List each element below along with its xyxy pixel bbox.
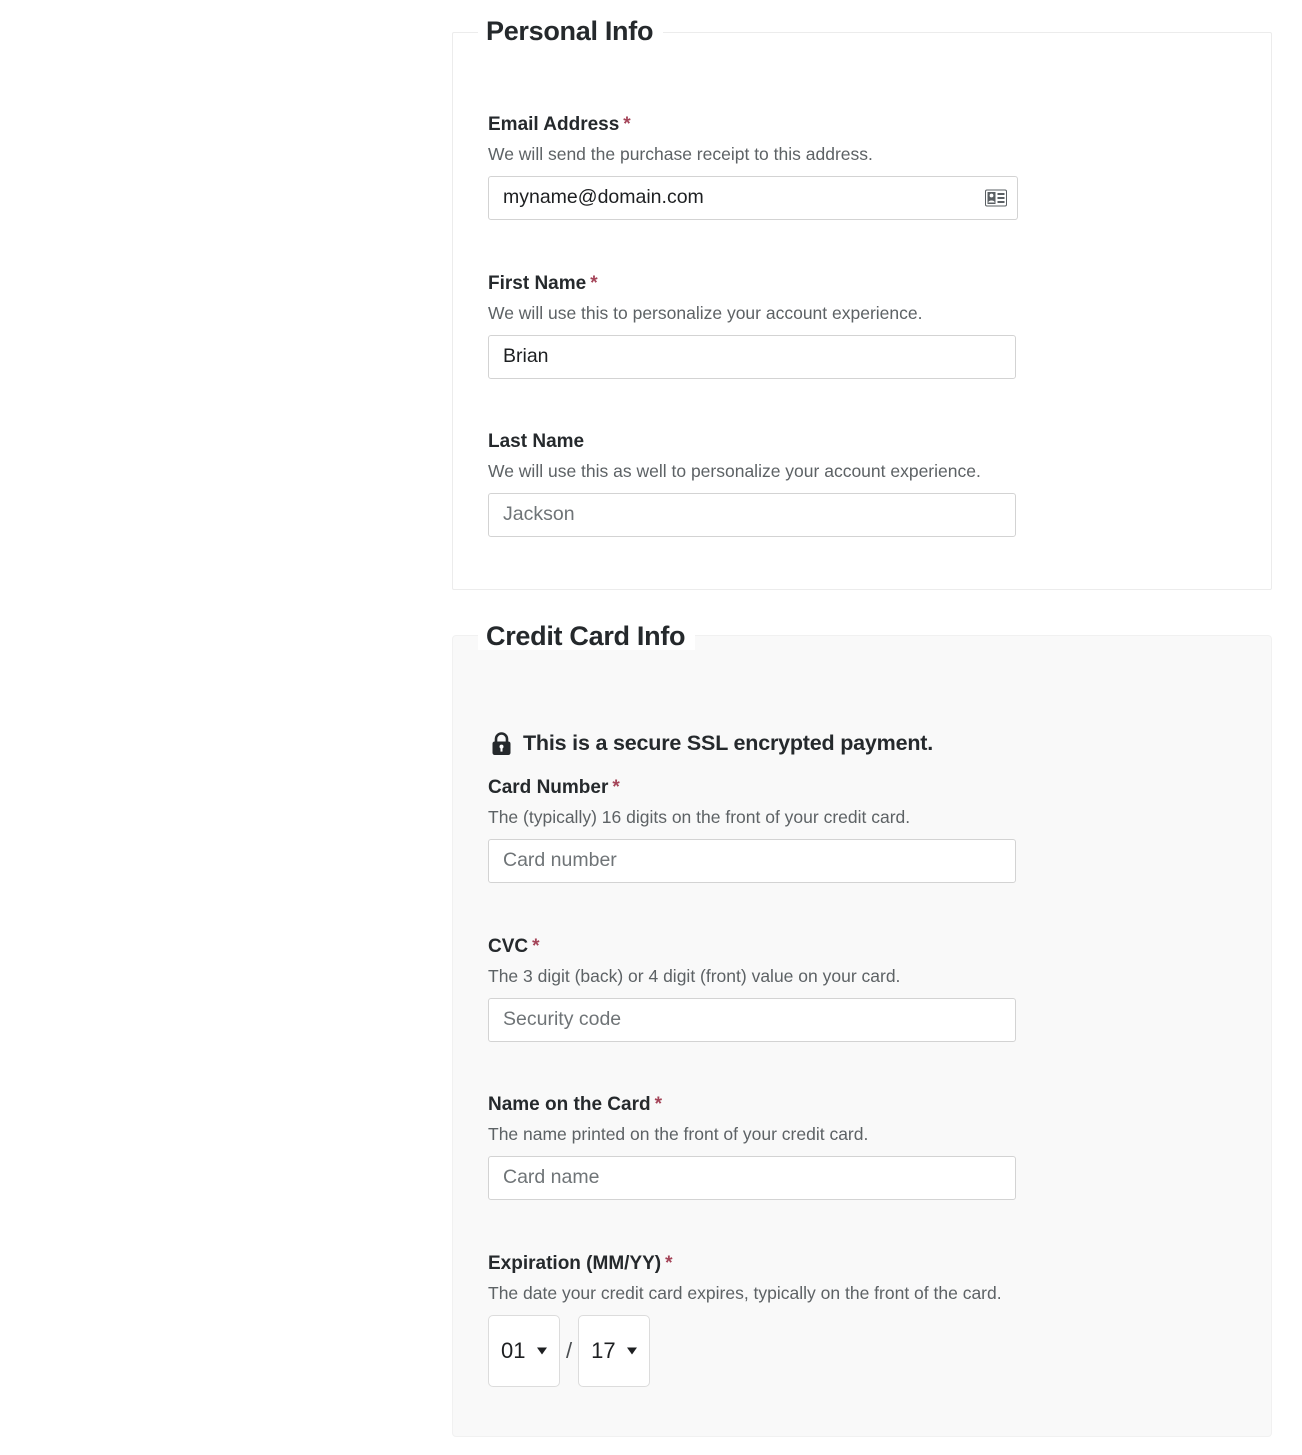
expiration-label: Expiration (MM/YY) * bbox=[488, 1253, 1002, 1275]
ssl-secure-notice: This is a secure SSL encrypted payment. bbox=[491, 731, 933, 756]
field-expiration: Expiration (MM/YY) * The date your credit… bbox=[488, 1253, 1002, 1387]
expiration-year-select[interactable]: 17 bbox=[578, 1314, 651, 1387]
first-name-label: First Name * bbox=[488, 273, 1016, 295]
expiration-month-value: 01 bbox=[501, 1337, 526, 1363]
first-name-help-text: We will use this to personalize your acc… bbox=[488, 302, 923, 323]
first-name-input-wrap bbox=[488, 334, 1016, 379]
card-number-help-text: The (typically) 16 digits on the front o… bbox=[488, 806, 911, 827]
last-name-input-wrap bbox=[488, 492, 1016, 537]
chevron-down-icon bbox=[627, 1347, 638, 1355]
contact-card-autofill-icon[interactable] bbox=[985, 189, 1007, 207]
cvc-required-asterisk: * bbox=[532, 936, 540, 957]
ssl-notice-text: This is a secure SSL encrypted payment. bbox=[523, 731, 934, 755]
card-number-input[interactable] bbox=[488, 838, 1016, 883]
name-on-card-required-asterisk: * bbox=[654, 1094, 662, 1115]
field-email-address: Email Address * We will send the purchase… bbox=[488, 114, 1018, 220]
expiration-separator: / bbox=[566, 1337, 573, 1363]
cvc-label: CVC * bbox=[488, 936, 1016, 958]
checkout-form-page: Personal Info Email Address * We will sen… bbox=[0, 0, 1302, 1455]
email-address-required-asterisk: * bbox=[623, 114, 631, 135]
cvc-help-text: The 3 digit (back) or 4 digit (front) va… bbox=[488, 965, 901, 986]
last-name-input[interactable] bbox=[488, 492, 1016, 537]
cvc-input[interactable] bbox=[488, 997, 1016, 1042]
field-name-on-card: Name on the Card * The name printed on th… bbox=[488, 1094, 1016, 1200]
expiration-label-text: Expiration (MM/YY) bbox=[488, 1253, 662, 1274]
field-cvc: CVC * The 3 digit (back) or 4 digit (fron… bbox=[488, 936, 1016, 1042]
name-on-card-input-wrap bbox=[488, 1155, 1016, 1200]
last-name-label: Last Name bbox=[488, 431, 1016, 453]
card-number-required-asterisk: * bbox=[612, 777, 620, 798]
first-name-label-text: First Name bbox=[488, 273, 587, 294]
chevron-down-icon bbox=[537, 1347, 547, 1355]
email-address-label: Email Address * bbox=[488, 114, 1018, 136]
expiration-help-text: The date your credit card expires, typic… bbox=[488, 1282, 1002, 1303]
card-number-input-wrap bbox=[488, 838, 1016, 883]
field-last-name: Last Name We will use this as well to pe… bbox=[488, 431, 1016, 537]
email-address-help-text: We will send the purchase receipt to thi… bbox=[488, 143, 873, 164]
personal-info-legend: Personal Info bbox=[478, 18, 664, 45]
email-address-input-wrap bbox=[488, 175, 1018, 220]
credit-card-info-legend: Credit Card Info bbox=[478, 623, 696, 650]
expiration-year-value: 17 bbox=[591, 1337, 616, 1363]
card-number-label-text: Card Number bbox=[488, 777, 609, 798]
first-name-required-asterisk: * bbox=[590, 273, 598, 294]
card-number-label: Card Number * bbox=[488, 777, 1016, 799]
email-address-label-text: Email Address bbox=[488, 114, 620, 135]
expiration-month-select[interactable]: 01 bbox=[488, 1314, 560, 1387]
field-card-number: Card Number * The (typically) 16 digits o… bbox=[488, 777, 1016, 883]
expiration-controls: 01 / 17 bbox=[488, 1314, 1002, 1387]
field-first-name: First Name * We will use this to personal… bbox=[488, 273, 1016, 379]
name-on-card-input[interactable] bbox=[488, 1155, 1016, 1200]
lock-icon bbox=[492, 731, 511, 755]
name-on-card-help-text: The name printed on the front of your cr… bbox=[488, 1123, 869, 1144]
first-name-input[interactable] bbox=[488, 334, 1016, 379]
last-name-help-text: We will use this as well to personalize … bbox=[488, 460, 981, 481]
name-on-card-label-text: Name on the Card bbox=[488, 1094, 651, 1115]
cvc-label-text: CVC bbox=[488, 936, 529, 957]
cvc-input-wrap bbox=[488, 997, 1016, 1042]
expiration-required-asterisk: * bbox=[665, 1253, 673, 1274]
last-name-label-text: Last Name bbox=[488, 431, 585, 452]
name-on-card-label: Name on the Card * bbox=[488, 1094, 1016, 1116]
email-address-input[interactable] bbox=[488, 175, 1018, 220]
